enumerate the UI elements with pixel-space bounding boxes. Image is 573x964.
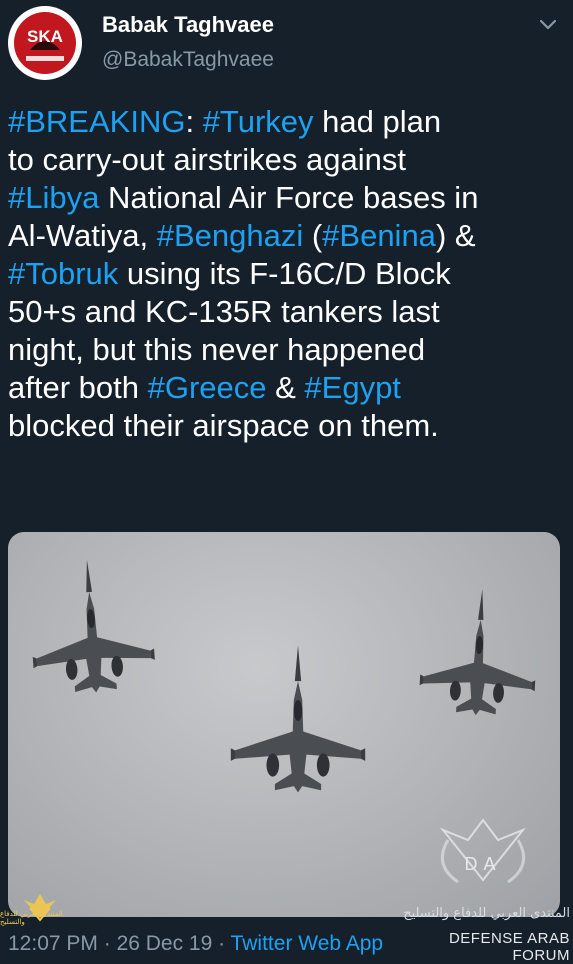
tweet-line: #Tobruk using its F-16C/D Block	[8, 255, 563, 293]
tweet-text-segment: to carry-out airstrikes against	[8, 142, 406, 177]
avatar-logo: SKA	[9, 7, 81, 79]
tweet-line: Al-Watiya, #Benghazi (#Benina) &	[8, 217, 563, 255]
hashtag-link[interactable]: #Tobruk	[8, 256, 118, 291]
chevron-down-icon[interactable]	[537, 14, 559, 36]
watermark-arabic: المنتدى العربي للدفاع والتسليح	[403, 906, 570, 921]
tweet-source-link[interactable]: Twitter Web App	[231, 932, 384, 955]
hashtag-link[interactable]: #Turkey	[203, 104, 314, 139]
tweet-text-segment: National Air Force bases in	[99, 180, 479, 215]
meta-separator: ·	[212, 932, 231, 955]
hashtag-link[interactable]: #Greece	[148, 370, 267, 405]
tweet-header: SKA Babak Taghvaee @BabakTaghvaee	[0, 0, 573, 90]
tweet-line: night, but this never happened	[8, 331, 563, 369]
tweet-text-segment: had plan	[313, 104, 442, 139]
tweet-line: blocked their airspace on them.	[8, 407, 563, 445]
emblem-caption: المنتدى العربي للدفاع والتسليح	[0, 910, 63, 926]
meta-separator: ·	[97, 932, 117, 955]
hashtag-link[interactable]: #Benghazi	[157, 218, 304, 253]
tweet-text-segment: :	[185, 104, 203, 139]
watermark: DA المنتدى العربي للدفاع والتسليح DEFENS…	[400, 810, 570, 964]
tweet-text-segment: ) &	[435, 218, 476, 253]
tweet-line: to carry-out airstrikes against	[8, 141, 563, 179]
tweet-text-segment: night, but this never happened	[8, 332, 426, 367]
tweet-date[interactable]: 26 Dec 19	[117, 932, 213, 955]
display-name[interactable]: Babak Taghvaee	[102, 12, 274, 38]
tweet-text-segment: using its F-16C/D Block	[118, 256, 451, 291]
avatar-text: SKA	[27, 27, 63, 46]
wings-logo-icon: DA	[439, 818, 527, 884]
tweet-line: #Libya National Air Force bases in	[8, 179, 563, 217]
user-handle[interactable]: @BabakTaghvaee	[102, 48, 274, 72]
hashtag-link[interactable]: #Libya	[8, 180, 99, 215]
tweet-line: #BREAKING: #Turkey had plan	[8, 103, 563, 141]
tweet-line: 50+s and KC-135R tankers last	[8, 293, 563, 331]
watermark-logo-text: DA	[464, 854, 501, 874]
tweet-line: after both #Greece & #Egypt	[8, 369, 563, 407]
tweet-text-segment: (	[303, 218, 323, 253]
tweet-text-segment: &	[266, 370, 305, 405]
tweet-text-segment: blocked their airspace on them.	[8, 408, 439, 443]
tweet-text-segment: Al-Watiya,	[8, 218, 157, 253]
avatar[interactable]: SKA	[8, 6, 82, 80]
hashtag-link[interactable]: #BREAKING	[8, 104, 185, 139]
tweet-text-segment: after both	[8, 370, 148, 405]
hashtag-link[interactable]: #Benina	[322, 218, 436, 253]
watermark-english: DEFENSE ARAB FORUM	[448, 930, 570, 964]
hashtag-link[interactable]: #Egypt	[304, 370, 401, 405]
tweet-text-segment: 50+s and KC-135R tankers last	[8, 294, 440, 329]
tweet-body: #BREAKING: #Turkey had plan to carry-out …	[8, 103, 563, 445]
